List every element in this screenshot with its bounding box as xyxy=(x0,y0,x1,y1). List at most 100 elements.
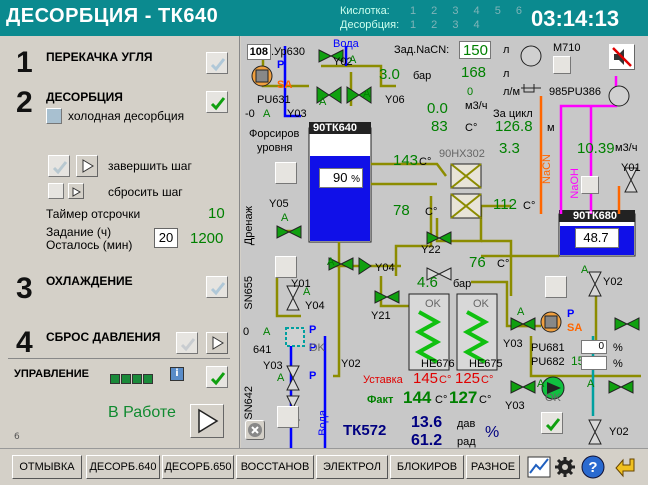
y05-check[interactable] xyxy=(275,256,297,278)
l-unit-1: л xyxy=(503,44,510,56)
flow-value-3: 3.0 xyxy=(379,66,400,83)
desorb-label: Десорбция: xyxy=(340,19,400,31)
check-icon xyxy=(210,372,226,386)
info-icon[interactable]: i xyxy=(170,367,184,381)
finish-step-button[interactable] xyxy=(76,155,98,177)
y06-label: Y06 xyxy=(385,94,405,106)
v641-label: 641 xyxy=(253,344,272,356)
sa-label-1: SA xyxy=(277,79,293,91)
back-button[interactable] xyxy=(614,453,640,481)
y02-check-bottom[interactable] xyxy=(541,412,563,434)
deg-unit-2: С° xyxy=(419,156,432,168)
ok-label-3: OK xyxy=(473,298,489,310)
a-label-3: A xyxy=(349,54,357,66)
sn642-check[interactable] xyxy=(277,406,299,428)
step-4-check[interactable] xyxy=(176,332,198,354)
header-bar: ДЕСОРБЦИЯ - ТК640 Кислотка: 1 2 3 4 5 6 … xyxy=(0,0,648,36)
sn655-label: SN655 xyxy=(243,276,255,310)
remaining-value: 1200 xyxy=(190,230,224,247)
tank-640-level-value: 90 % xyxy=(319,168,363,188)
step-panel: 1 ПЕРЕКАЧКА УГЛЯ 2 ДЕСОРБЦИЯ холодная де… xyxy=(0,36,240,448)
tank-640-level-number: 90 xyxy=(333,170,348,185)
ur630-value: 108 xyxy=(247,44,271,60)
help-button[interactable]: ? xyxy=(580,453,606,481)
temp-value-83: 83 xyxy=(431,118,448,135)
step-3-check[interactable] xyxy=(206,276,228,298)
status-text: В Работе xyxy=(108,404,176,421)
pu681-label: PU681 xyxy=(531,342,565,354)
step-3-number: 3 xyxy=(16,272,33,305)
misc-button[interactable]: РАЗНОЕ xyxy=(466,455,520,479)
y03-label-3: Y03 xyxy=(505,400,525,412)
y01-label-top: Y01 xyxy=(621,162,641,174)
step-4-play-button[interactable] xyxy=(206,332,228,354)
electrol-button[interactable]: ЭЛЕКТРОЛ xyxy=(316,455,388,479)
deg-unit-9: С° xyxy=(479,394,492,406)
zero-flow-value: 0 xyxy=(467,86,474,98)
pump-check[interactable] xyxy=(545,276,567,298)
pct-unit-3: % xyxy=(613,358,623,370)
naoh-check[interactable] xyxy=(581,176,599,194)
m3h-unit-2: м3/ч xyxy=(615,142,638,154)
cold-desorb-checkbox[interactable] xyxy=(46,108,62,124)
pct-unit-2: % xyxy=(613,342,623,354)
svg-text:?: ? xyxy=(588,459,597,476)
reset-step-button[interactable] xyxy=(68,183,84,199)
trend-button[interactable] xyxy=(526,453,552,481)
restore-button[interactable]: ВОССТАНОВ xyxy=(236,455,314,479)
check-icon xyxy=(210,282,226,296)
a-label-11: A xyxy=(537,378,545,390)
step-2-check[interactable] xyxy=(206,91,228,113)
pu681-value: 0 xyxy=(581,340,607,354)
ok-label-4: OK xyxy=(545,392,561,404)
desorb-650-button[interactable]: ДЕСОРБ.650 xyxy=(162,455,234,479)
divider xyxy=(8,358,230,359)
sn642-label: SN642 xyxy=(243,386,255,420)
p-label-4: P xyxy=(309,370,317,382)
control-check[interactable] xyxy=(206,366,228,388)
alarm-mute-button[interactable] xyxy=(609,44,635,70)
pressure-value: 13.6 xyxy=(411,414,443,431)
check-icon xyxy=(210,97,226,111)
step-4-number: 4 xyxy=(16,326,33,359)
control-indicators xyxy=(110,369,153,388)
interlock-button[interactable]: БЛОКИРОВ xyxy=(390,455,464,479)
play-icon xyxy=(82,159,94,173)
forced-level-check[interactable] xyxy=(275,162,297,184)
step-1-check[interactable] xyxy=(206,52,228,74)
tank-680-level-value: 48.7 xyxy=(575,228,619,248)
desorb-640-button[interactable]: ДЕСОРБ.640 xyxy=(86,455,160,479)
acid-numbers[interactable]: 1 2 3 4 5 6 xyxy=(410,5,528,17)
task-input[interactable]: 20 xyxy=(154,228,178,248)
desorb-numbers[interactable]: 1 2 3 4 xyxy=(410,19,486,31)
finish-step-check[interactable] xyxy=(48,155,70,177)
remaining-label: Осталось (мин) xyxy=(46,238,133,252)
start-button[interactable] xyxy=(190,404,224,438)
close-button[interactable] xyxy=(245,420,265,440)
flow-value-33: 3.3 xyxy=(499,140,520,157)
zad-nacn-input[interactable]: 150 xyxy=(459,41,491,59)
a-label-13: A xyxy=(581,264,589,276)
page-number: 6 xyxy=(14,432,20,442)
acid-label: Кислотка: xyxy=(340,5,390,17)
finish-step-label: завершить шаг xyxy=(108,159,192,173)
step-4-label: СБРОС ДАВЛЕНИЯ xyxy=(46,330,161,344)
a-label-6: A xyxy=(327,256,335,268)
settings-button[interactable] xyxy=(552,453,578,481)
reset-step-label: сбросить шаг xyxy=(108,185,183,199)
cold-desorb-label: холодная десорбция xyxy=(68,109,185,123)
step-2-number: 2 xyxy=(16,86,33,119)
pressure-unit: дав xyxy=(457,418,476,430)
radiation-unit: рад xyxy=(457,436,476,448)
actual-1: 144 xyxy=(403,388,432,407)
m710-check[interactable] xyxy=(553,56,571,74)
ok-label-1: OK xyxy=(309,342,325,354)
a-label-2: A xyxy=(363,88,371,100)
deg-unit-4: С° xyxy=(523,200,536,212)
indicator-3 xyxy=(132,374,142,384)
step-1-label: ПЕРЕКАЧКА УГЛЯ xyxy=(46,50,153,64)
timer-label: Таймер отсрочки xyxy=(46,207,141,221)
check-icon xyxy=(210,58,226,72)
wash-button[interactable]: ОТМЫВКА xyxy=(12,455,82,479)
reset-step-check[interactable] xyxy=(48,183,64,199)
